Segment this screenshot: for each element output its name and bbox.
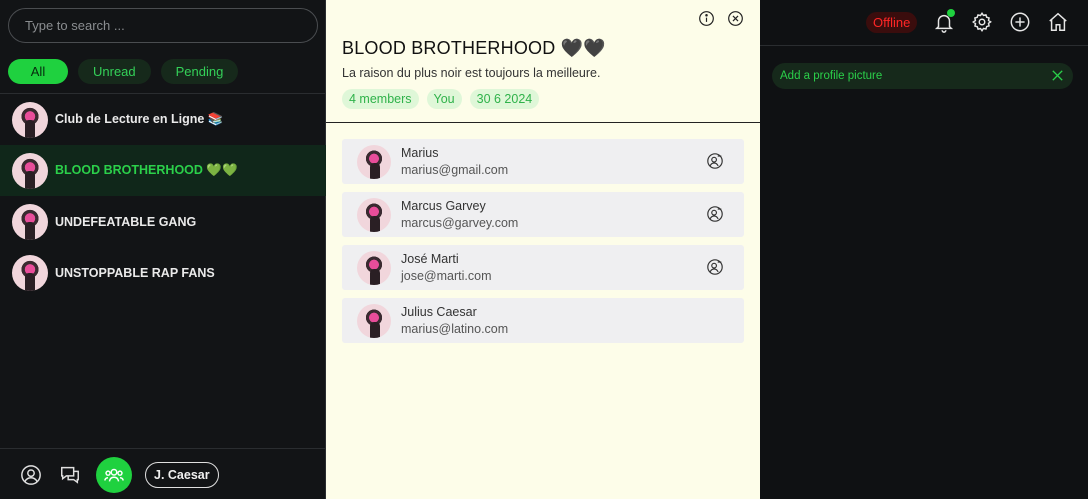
group-name: BLOOD BROTHERHOOD 💚💚 [55, 163, 238, 177]
member-count-badge: 4 members [342, 89, 419, 109]
groups-icon[interactable] [96, 457, 132, 493]
member-row[interactable]: Marius marius@gmail.com [342, 139, 744, 184]
group-name: UNSTOPPABLE RAP FANS [55, 265, 215, 280]
member-name: José Marti [401, 251, 459, 266]
status-badge: Offline [866, 12, 918, 33]
member-email: marcus@garvey.com [401, 215, 519, 230]
chats-icon[interactable] [57, 462, 83, 488]
member-row[interactable]: Julius Caesar marius@latino.com [342, 298, 744, 343]
avatar [12, 101, 48, 138]
member-name: Marius [401, 145, 439, 160]
avatar [357, 303, 391, 338]
avatar [12, 254, 48, 291]
member-row[interactable]: Marcus Garvey marcus@garvey.com [342, 192, 744, 237]
filter-all[interactable]: All [8, 59, 68, 84]
user-remove-icon[interactable] [706, 205, 724, 223]
notification-dot [947, 9, 955, 17]
avatar [357, 197, 391, 232]
group-name: UNDEFEATABLE GANG [55, 214, 197, 229]
date-badge: 30 6 2024 [469, 89, 540, 109]
right-panel: Offline Add a profile picture [760, 0, 1088, 499]
current-user-button[interactable]: J. Caesar [145, 462, 219, 488]
group-item[interactable]: UNSTOPPABLE RAP FANS [0, 247, 326, 298]
profile-picture-notice[interactable]: Add a profile picture [772, 63, 1073, 89]
member-list: Marius marius@gmail.com Marcus Garvey ma… [342, 139, 744, 351]
add-icon[interactable] [1008, 9, 1032, 35]
avatar [12, 203, 48, 240]
panel-actions [698, 10, 744, 32]
user-remove-icon[interactable] [706, 258, 724, 276]
filter-unread[interactable]: Unread [78, 59, 151, 84]
avatar [357, 250, 391, 285]
sidebar: All Unread Pending Club de Lecture en Li… [0, 0, 326, 499]
gear-icon[interactable] [970, 9, 994, 35]
close-icon[interactable] [727, 10, 744, 32]
close-icon[interactable] [1050, 68, 1065, 86]
divider [0, 448, 326, 449]
group-list: Club de Lecture en Ligne 📚 BLOOD BROTHER… [0, 94, 326, 298]
avatar [12, 152, 48, 189]
group-item[interactable]: Club de Lecture en Ligne 📚 [0, 94, 326, 145]
group-details-panel: BLOOD BROTHERHOOD 🖤🖤 La raison du plus n… [326, 0, 760, 499]
top-icons [932, 9, 1070, 35]
divider [326, 122, 760, 123]
member-name: Julius Caesar [401, 304, 477, 319]
search-input[interactable] [9, 9, 317, 42]
avatar [357, 144, 391, 179]
member-row[interactable]: José Marti jose@marti.com [342, 245, 744, 290]
bell-icon[interactable] [932, 9, 956, 35]
user-remove-icon[interactable] [706, 152, 724, 170]
group-description: La raison du plus noir est toujours la m… [342, 66, 601, 80]
sidebar-footer: J. Caesar [18, 457, 219, 493]
group-name: Club de Lecture en Ligne 📚 [55, 112, 224, 126]
filter-chips: All Unread Pending [8, 59, 239, 84]
member-name: Marcus Garvey [401, 198, 486, 213]
info-icon[interactable] [698, 10, 715, 32]
search-box[interactable] [8, 8, 318, 43]
owner-badge: You [426, 89, 462, 109]
group-item[interactable]: BLOOD BROTHERHOOD 💚💚 [0, 145, 326, 196]
group-tags: 4 members You 30 6 2024 [342, 89, 540, 109]
group-title: BLOOD BROTHERHOOD 🖤🖤 [342, 38, 606, 58]
member-email: marius@latino.com [401, 321, 509, 336]
filter-pending[interactable]: Pending [160, 59, 239, 84]
profile-icon[interactable] [18, 462, 44, 488]
member-email: marius@gmail.com [401, 162, 509, 177]
home-icon[interactable] [1046, 9, 1070, 35]
notice-text: Add a profile picture [780, 70, 883, 82]
group-item[interactable]: UNDEFEATABLE GANG [0, 196, 326, 247]
member-email: jose@marti.com [401, 268, 492, 283]
top-bar: Offline [760, 0, 1088, 46]
